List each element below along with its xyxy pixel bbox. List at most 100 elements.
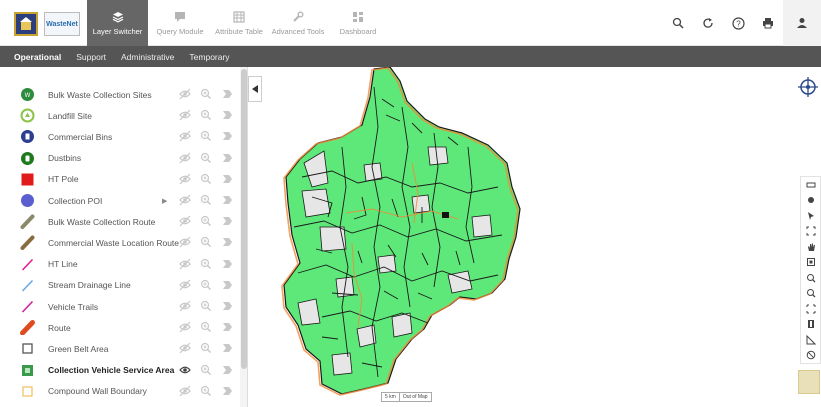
eye-off-icon[interactable] [179, 300, 191, 312]
eye-off-icon[interactable] [179, 173, 191, 185]
zoom-to-layer-icon[interactable] [200, 385, 212, 397]
user-icon[interactable] [783, 0, 821, 46]
eye-off-icon[interactable] [179, 152, 191, 164]
layer-row[interactable]: Collection Vehicle Service Area [0, 360, 240, 381]
clear-icon[interactable] [801, 348, 820, 364]
zoom-to-layer-icon[interactable] [200, 88, 212, 100]
stroke-icon [20, 235, 35, 251]
tab-dashboard[interactable]: Dashboard [333, 0, 383, 46]
layer-row[interactable]: Route [0, 317, 240, 338]
collapse-panel-button[interactable] [248, 76, 262, 102]
book-icon[interactable] [801, 317, 820, 333]
map-canvas[interactable] [262, 66, 821, 407]
layer-row[interactable]: Landfill Site [0, 105, 240, 126]
layer-row[interactable]: Stream Drainage Line [0, 275, 240, 296]
eye-off-icon[interactable] [179, 88, 191, 100]
eye-off-icon[interactable] [179, 215, 191, 227]
zoom-to-layer-icon[interactable] [200, 194, 212, 206]
layer-scroll-thumb[interactable] [241, 69, 247, 369]
eye-off-icon[interactable] [179, 236, 191, 248]
eye-off-icon[interactable] [179, 194, 191, 206]
opacity-icon[interactable] [221, 88, 233, 100]
layer-row[interactable]: Green Belt Area [0, 338, 240, 359]
layer-row[interactable]: Dustbins [0, 148, 240, 169]
dot-icon[interactable] [801, 193, 820, 209]
opacity-icon[interactable] [221, 173, 233, 185]
layer-row[interactable]: Vehicle Trails [0, 296, 240, 317]
opacity-icon[interactable] [221, 152, 233, 164]
pointer-icon[interactable] [801, 208, 820, 224]
subtab-support[interactable]: Support [76, 52, 106, 62]
opacity-icon[interactable] [221, 279, 233, 291]
eye-off-icon[interactable] [179, 321, 191, 333]
eye-off-icon[interactable] [179, 109, 191, 121]
help-icon[interactable]: ? [723, 0, 753, 46]
tab-label: Layer Switcher [92, 26, 143, 36]
ruler-icon[interactable] [801, 177, 820, 193]
opacity-icon[interactable] [221, 342, 233, 354]
tab-advanced-tools[interactable]: Advanced Tools [270, 0, 326, 46]
layer-name: Bulk Waste Collection Route [48, 216, 156, 227]
layer-name: Collection POI [48, 195, 103, 206]
zoom-to-layer-icon[interactable] [200, 215, 212, 227]
opacity-icon[interactable] [221, 236, 233, 248]
zoom-out-icon[interactable] [801, 286, 820, 302]
stroke-icon [20, 214, 35, 230]
zoom-to-layer-icon[interactable] [200, 342, 212, 354]
zoom-to-layer-icon[interactable] [200, 364, 212, 376]
search-icon[interactable] [663, 0, 693, 46]
eye-off-icon[interactable] [179, 130, 191, 142]
fullscreen-icon[interactable] [801, 301, 820, 317]
layer-row[interactable]: Compound Wall Boundary [0, 381, 240, 402]
layer-row[interactable]: Commercial Waste Location Route [0, 232, 240, 253]
zoom-to-layer-icon[interactable] [200, 130, 212, 142]
opacity-icon[interactable] [221, 109, 233, 121]
zoom-to-layer-icon[interactable] [200, 258, 212, 270]
opacity-icon[interactable] [221, 364, 233, 376]
layer-row[interactable]: HT Line [0, 254, 240, 275]
compass-icon[interactable] [797, 76, 819, 98]
print-icon[interactable] [753, 0, 783, 46]
eye-off-icon[interactable] [179, 279, 191, 291]
eye-off-icon[interactable] [179, 342, 191, 354]
layer-category-tabs: Operational Support Administrative Tempo… [0, 46, 821, 67]
subtab-temporary[interactable]: Temporary [189, 52, 229, 62]
opacity-icon[interactable] [221, 258, 233, 270]
layer-row[interactable]: Commercial Bins [0, 126, 240, 147]
opacity-icon[interactable] [221, 385, 233, 397]
zoom-to-layer-icon[interactable] [200, 152, 212, 164]
layer-row[interactable]: Bulk Waste Collection Route [0, 211, 240, 232]
zoom-to-layer-icon[interactable] [200, 236, 212, 248]
layer-row[interactable]: HT Pole [0, 169, 240, 190]
subtab-administrative[interactable]: Administrative [121, 52, 174, 62]
city-map[interactable] [262, 66, 821, 407]
opacity-icon[interactable] [221, 321, 233, 333]
layer-row[interactable]: W Bulk Waste Collection Sites [0, 84, 240, 105]
tab-layer-switcher[interactable]: Layer Switcher [87, 0, 148, 46]
extent-icon[interactable] [801, 224, 820, 240]
refresh-icon[interactable] [693, 0, 723, 46]
opacity-icon[interactable] [221, 215, 233, 227]
measure-icon[interactable] [801, 332, 820, 348]
opacity-icon[interactable] [221, 194, 233, 206]
expand-arrow-icon[interactable]: ▶ [162, 197, 167, 205]
opacity-icon[interactable] [221, 130, 233, 142]
zoom-in-icon[interactable] [801, 270, 820, 286]
layer-row[interactable]: Collection POI ▶ [0, 190, 240, 211]
tab-attribute-table[interactable]: Attribute Table [212, 0, 266, 46]
select-box-icon[interactable] [801, 255, 820, 271]
pan-hand-icon[interactable] [801, 239, 820, 255]
zoom-to-layer-icon[interactable] [200, 173, 212, 185]
subtab-operational[interactable]: Operational [14, 52, 61, 62]
eye-off-icon[interactable] [179, 258, 191, 270]
eye-off-icon[interactable] [179, 385, 191, 397]
eye-icon[interactable] [179, 364, 191, 376]
zoom-to-layer-icon[interactable] [200, 109, 212, 121]
zoom-to-layer-icon[interactable] [200, 279, 212, 291]
opacity-icon[interactable] [221, 300, 233, 312]
layer-name: Route [48, 322, 71, 333]
zoom-to-layer-icon[interactable] [200, 300, 212, 312]
tab-query-module[interactable]: Query Module [151, 0, 209, 46]
overview-minimap[interactable] [798, 370, 820, 394]
zoom-to-layer-icon[interactable] [200, 321, 212, 333]
